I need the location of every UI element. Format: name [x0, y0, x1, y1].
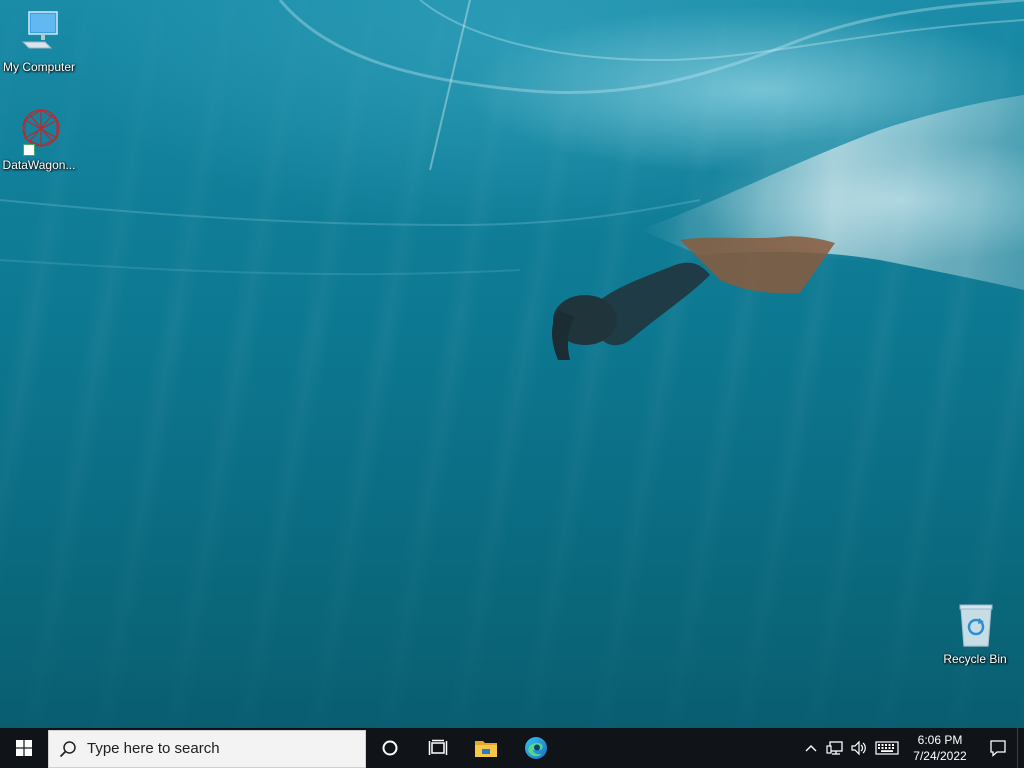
- show-hidden-icons-button[interactable]: [799, 728, 823, 768]
- task-view-icon: [428, 739, 448, 755]
- folder-icon: [475, 741, 497, 757]
- task-view-button[interactable]: [414, 728, 462, 768]
- monitor-icon: [15, 10, 63, 58]
- edge-button[interactable]: [510, 728, 562, 768]
- shortcut-arrow-icon: [23, 144, 35, 156]
- notification-icon: [990, 740, 1006, 757]
- system-tray: 6:06 PM 7/24/2022: [799, 728, 1024, 768]
- search-placeholder: Type here to search: [87, 740, 220, 757]
- chevron-up-icon: [805, 745, 817, 752]
- desktop-icon-my-computer[interactable]: My Computer: [0, 10, 78, 74]
- clock-date: 7/24/2022: [913, 749, 967, 763]
- keyboard-icon: [875, 741, 899, 755]
- desktop-icon-datawagon[interactable]: DataWagon...: [0, 108, 78, 172]
- clock-time: 6:06 PM: [917, 733, 963, 747]
- desktop[interactable]: My Computer DataWagon... Recycle Bin: [0, 0, 1024, 728]
- cortana-circle-icon: [382, 740, 398, 756]
- desktop-icon-label: DataWagon...: [2, 158, 76, 172]
- start-button[interactable]: [0, 728, 48, 768]
- desktop-icon-label: My Computer: [2, 60, 76, 74]
- cortana-button[interactable]: [366, 728, 414, 768]
- windows-logo-icon: [16, 740, 32, 756]
- recycle-bin-icon: [951, 602, 999, 650]
- file-explorer-button[interactable]: [462, 728, 510, 768]
- action-center-button[interactable]: [979, 728, 1017, 768]
- show-desktop-button[interactable]: [1017, 728, 1024, 768]
- network-icon: [826, 741, 843, 755]
- search-icon: [59, 740, 76, 757]
- clock[interactable]: 6:06 PM 7/24/2022: [907, 732, 973, 764]
- network-button[interactable]: [823, 728, 847, 768]
- taskbar: Type here to search 6:06 PM 7/24/2022: [0, 728, 1024, 768]
- wallpaper-diver: [552, 236, 835, 360]
- desktop-icon-label: Recycle Bin: [943, 652, 1007, 666]
- wallpaper-waves: [0, 0, 1024, 290]
- input-indicator-button[interactable]: [871, 728, 903, 768]
- volume-icon: [851, 740, 866, 756]
- edge-browser-icon: [525, 737, 547, 759]
- datawagon-icon: [15, 108, 63, 156]
- search-box[interactable]: Type here to search: [48, 729, 366, 768]
- volume-button[interactable]: [847, 728, 871, 768]
- desktop-icon-recycle-bin[interactable]: Recycle Bin: [936, 602, 1014, 666]
